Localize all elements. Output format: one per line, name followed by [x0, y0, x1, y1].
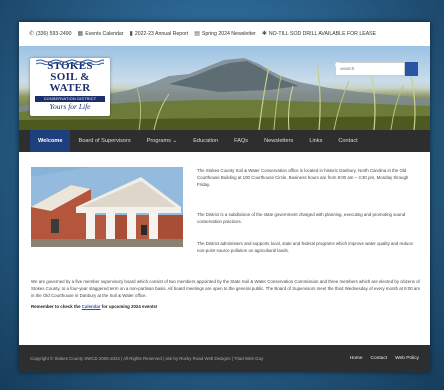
logo-tagline: Yours for Life	[49, 102, 91, 111]
gear-icon: ✱	[261, 31, 267, 37]
search-form	[335, 62, 418, 76]
nav-newsletters[interactable]: Newsletters	[256, 130, 301, 152]
events-text: Events Calendar	[85, 31, 124, 37]
nav-programs[interactable]: Programs ⌄	[139, 130, 186, 152]
reminder-text-start: Remember to check the	[31, 304, 82, 309]
footer-link-web-policy[interactable]: Web Policy	[395, 356, 419, 361]
nav-board-of-supervisors[interactable]: Board of Supervisors	[70, 130, 138, 152]
intro-paragraph: The Stokes County Soil & Water Conservat…	[197, 168, 409, 187]
report-text: 2022-23 Annual Report	[134, 31, 189, 37]
newsletter-link[interactable]: ▤ Spring 2024 Newsletter	[194, 31, 256, 37]
footer-link-home[interactable]: Home	[350, 356, 363, 361]
calendar-icon: ▦	[77, 31, 84, 37]
courthouse-photo	[31, 167, 183, 247]
lease-link[interactable]: ✱ NO-TILL SOD DRILL AVAILABLE FOR LEASE	[262, 31, 376, 37]
annual-report-link[interactable]: ▮ 2022-23 Annual Report	[130, 31, 189, 37]
nav-education[interactable]: Education	[185, 130, 226, 152]
nav-links[interactable]: Links	[301, 130, 330, 152]
newspaper-icon: ▤	[194, 31, 200, 37]
waves-icon	[36, 59, 104, 65]
nav-contact[interactable]: Contact	[330, 130, 365, 152]
nav-welcome[interactable]: Welcome	[30, 130, 71, 152]
footer-links: Home Contact Web Policy	[350, 356, 419, 361]
governance-paragraph: We are governed by a five member supervi…	[31, 279, 421, 298]
main-content: The Stokes County Soil & Water Conservat…	[19, 152, 430, 330]
top-bar: ✆ (336) 593-2490 ▦ Events Calendar ▮ 2022-2…	[19, 22, 430, 46]
newsletter-text: Spring 2024 Newsletter	[201, 31, 256, 37]
reminder-text-end: for upcoming 2024 events!	[100, 304, 158, 309]
programs-paragraph: The District administers and supports lo…	[197, 241, 413, 253]
calendar-link[interactable]: Calendar	[82, 304, 101, 309]
search-button[interactable]	[335, 62, 418, 76]
nav-faqs[interactable]: FAQs	[226, 130, 256, 152]
search-input[interactable]	[335, 62, 405, 76]
phone-link[interactable]: ✆ (336) 593-2490	[29, 31, 72, 37]
site-footer: Copyright © Stokes County SWCD 2006-2024…	[19, 345, 430, 372]
hero-banner: STOKES SOIL & WATER CONSERVATION DISTRIC…	[19, 46, 430, 130]
phone-text: (336) 593-2490	[36, 31, 72, 37]
copyright-text: Copyright © Stokes County SWCD 2006-2024…	[30, 356, 264, 361]
website-page: ✆ (336) 593-2490 ▦ Events Calendar ▮ 2022-2…	[19, 22, 430, 372]
book-icon: ▮	[129, 31, 133, 37]
calendar-reminder: Remember to check the Calendar for upcom…	[31, 303, 423, 310]
main-nav: Welcome Board of Supervisors Programs ⌄ …	[19, 130, 430, 152]
site-logo[interactable]: STOKES SOIL & WATER CONSERVATION DISTRIC…	[30, 58, 110, 116]
search-icon	[335, 62, 342, 69]
phone-icon: ✆	[29, 31, 35, 37]
logo-line-2: SOIL & WATER	[49, 71, 91, 94]
footer-link-contact[interactable]: Contact	[371, 356, 388, 361]
events-calendar-link[interactable]: ▦ Events Calendar	[78, 31, 124, 37]
district-paragraph: The District is a subdivision of the sta…	[197, 212, 406, 224]
lease-text: NO-TILL SOD DRILL AVAILABLE FOR LEASE	[268, 31, 377, 37]
